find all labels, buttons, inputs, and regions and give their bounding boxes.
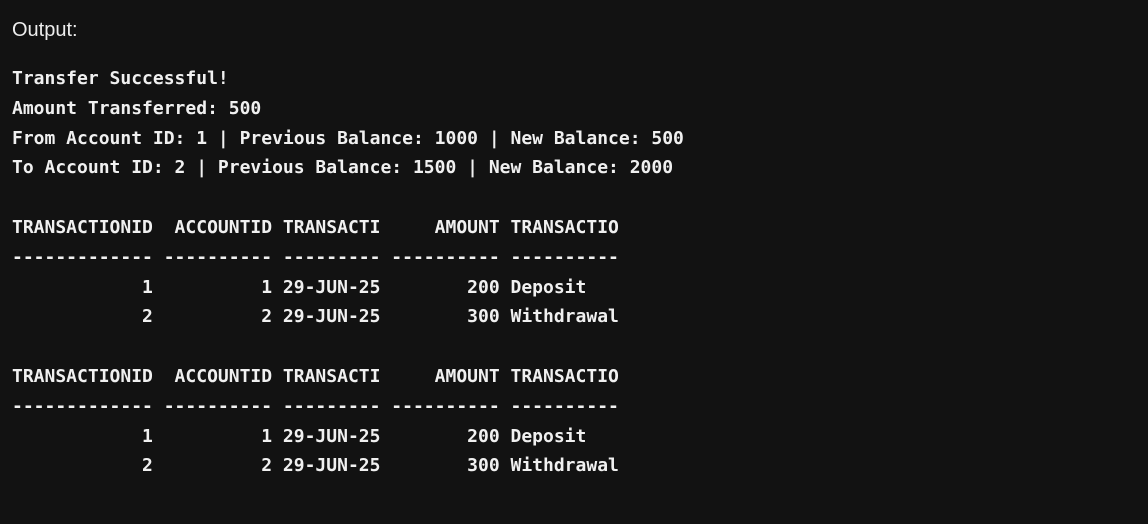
console-line: To Account ID: 2 | Previous Balance: 150… <box>12 157 674 179</box>
console-line: Transfer Successful! <box>12 68 229 89</box>
table-header: TRANSACTIONID ACCOUNTID TRANSACTI AMOUNT… <box>12 216 619 238</box>
table-row: 1 1 29-JUN-25 200 Deposit <box>12 276 587 298</box>
console-output: Transfer Successful! Amount Transferred: … <box>12 64 684 481</box>
table-row: 2 2 29-JUN-25 300 Withdrawal <box>12 455 619 477</box>
table-row: 1 1 29-JUN-25 200 Deposit <box>12 425 587 447</box>
table-row: 2 2 29-JUN-25 300 Withdrawal <box>12 306 619 328</box>
console-line: Amount Transferred: 500 <box>12 97 262 119</box>
table-header: TRANSACTIONID ACCOUNTID TRANSACTI AMOUNT… <box>12 365 619 387</box>
table-separator: ------------- ---------- --------- -----… <box>12 246 619 268</box>
console-line: From Account ID: 1 | Previous Balance: 1… <box>12 127 684 149</box>
table-separator: ------------- ---------- --------- -----… <box>12 395 619 417</box>
output-label: Output: <box>12 19 78 41</box>
output-panel: Output: Transfer Successful! Amount Trans… <box>0 0 1148 524</box>
